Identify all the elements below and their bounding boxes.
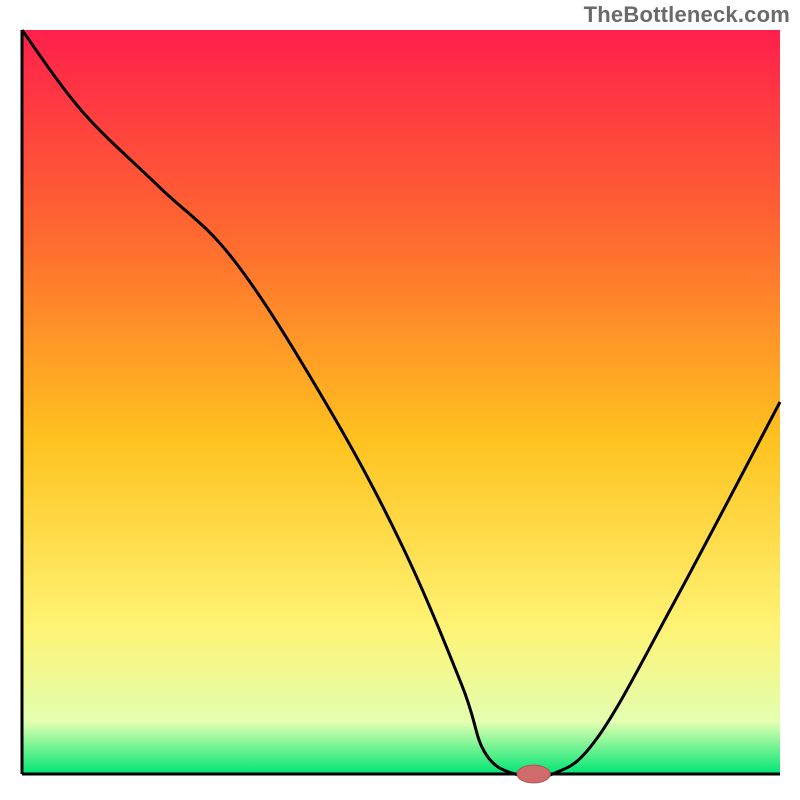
chart-background xyxy=(22,30,780,774)
bottleneck-chart xyxy=(0,0,800,800)
optimal-point-marker xyxy=(517,765,550,783)
chart-canvas: TheBottleneck.com xyxy=(0,0,800,800)
